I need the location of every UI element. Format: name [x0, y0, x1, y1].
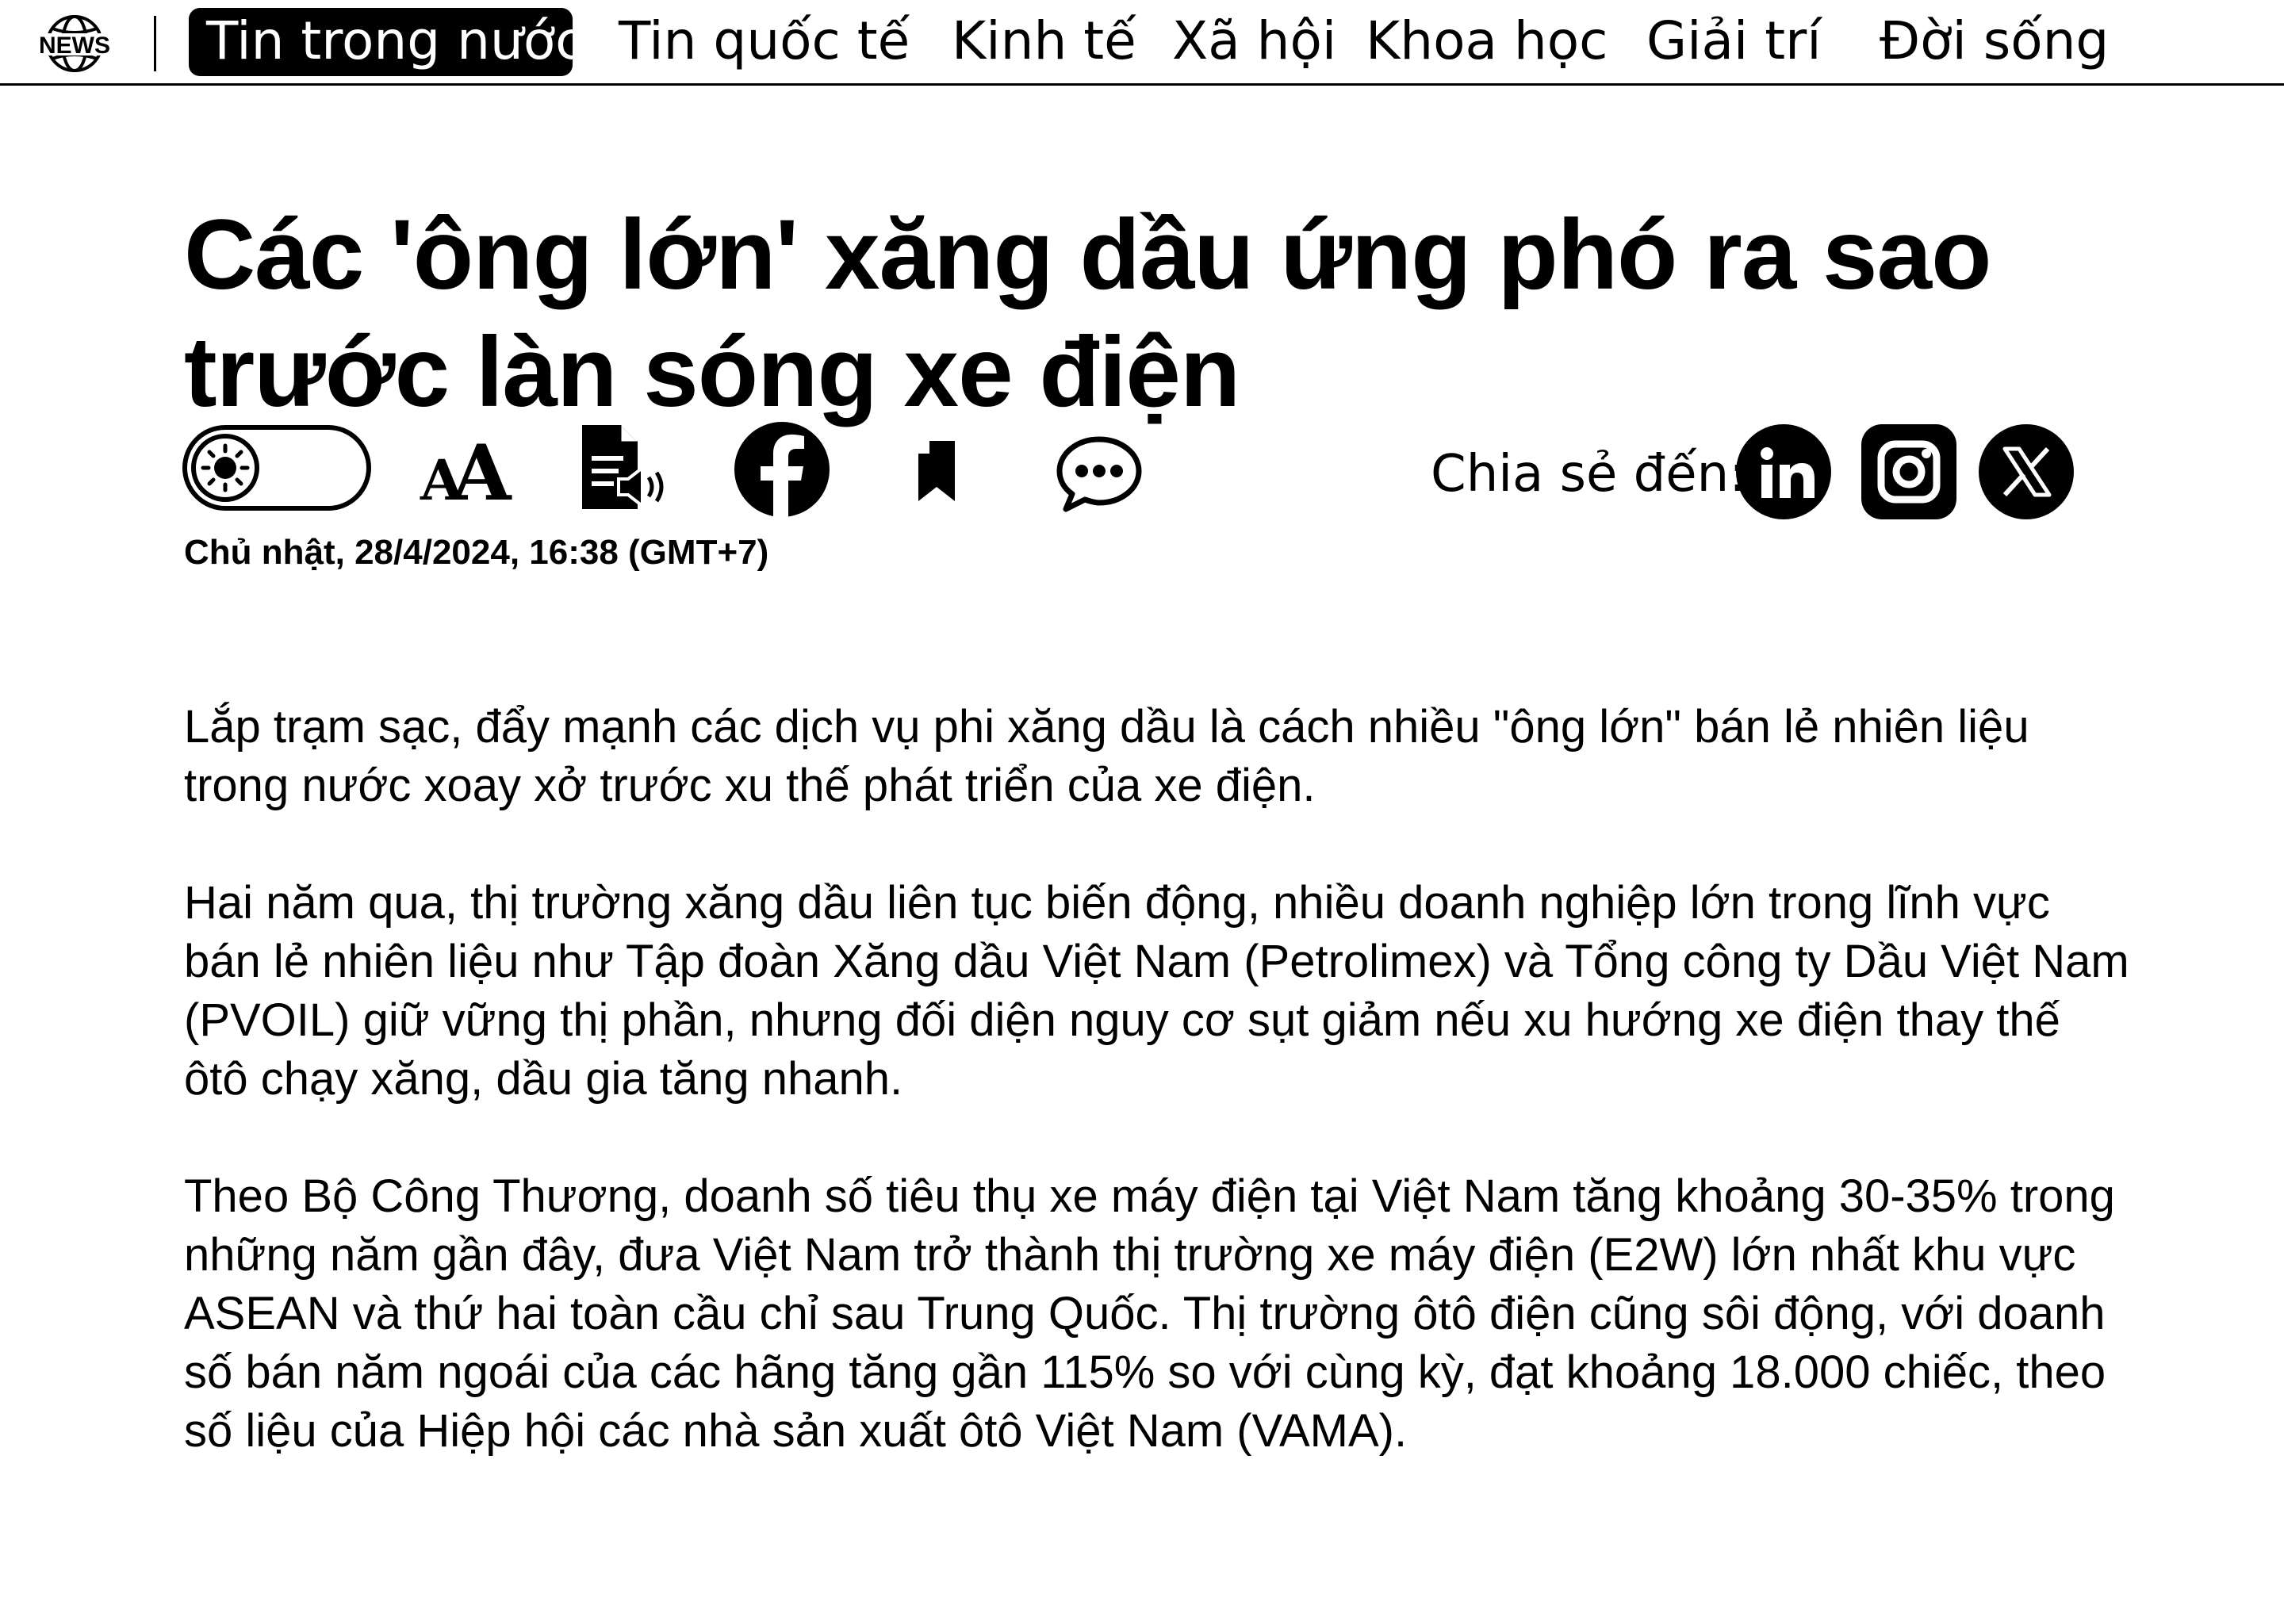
- nav-item-kinh-te[interactable]: Kinh tế: [952, 8, 1136, 76]
- logo-text: NEWS: [39, 33, 110, 59]
- linkedin-icon[interactable]: [1735, 423, 1832, 520]
- instagram-icon[interactable]: [1861, 423, 1957, 520]
- article-paragraph: Hai năm qua, thị trường xăng dầu liên tụ…: [184, 877, 2129, 1105]
- bookmark-icon[interactable]: [914, 438, 960, 504]
- nav-divider: [154, 16, 156, 71]
- facebook-icon[interactable]: [733, 420, 831, 519]
- news-logo-icon[interactable]: NEWS: [30, 13, 119, 75]
- comment-icon[interactable]: [1055, 435, 1144, 514]
- article-date: Chủ nhật, 28/4/2024, 16:38 (GMT+7): [184, 533, 769, 572]
- article-headline: Các 'ông lớn' xăng dầu ứng phó ra sao tr…: [184, 200, 1991, 427]
- nav-item-giai-tri[interactable]: Giải trí: [1646, 8, 1822, 76]
- nav-item-doi-song[interactable]: Đời sống: [1880, 8, 2109, 76]
- sun-toggle-icon[interactable]: [182, 425, 373, 512]
- text-to-speech-icon[interactable]: [579, 423, 671, 512]
- top-nav: NEWS Tin trong nước Tin quốc tế Kinh tế …: [0, 0, 2284, 86]
- font-size-icon[interactable]: A A: [419, 436, 514, 504]
- article-body: Lắp trạm sạc, đẩy mạnh các dịch vụ phi x…: [184, 698, 2135, 1519]
- nav-item-xa-hoi[interactable]: Xã hội: [1172, 8, 1336, 76]
- article-paragraph: Theo Bộ Công Thương, doanh số tiêu thụ x…: [184, 1170, 2115, 1457]
- share-label: Chia sẻ đến:: [1431, 445, 1746, 504]
- nav-item-tin-trong-nuoc[interactable]: Tin trong nước: [189, 8, 584, 76]
- font-size-glyph-large: A: [451, 436, 512, 504]
- nav-item-khoa-hoc[interactable]: Khoa học: [1366, 8, 1608, 76]
- x-icon[interactable]: [1978, 423, 2075, 520]
- nav-item-tin-quoc-te[interactable]: Tin quốc tế: [619, 8, 910, 76]
- article-paragraph: Lắp trạm sạc, đẩy mạnh các dịch vụ phi x…: [184, 701, 2029, 811]
